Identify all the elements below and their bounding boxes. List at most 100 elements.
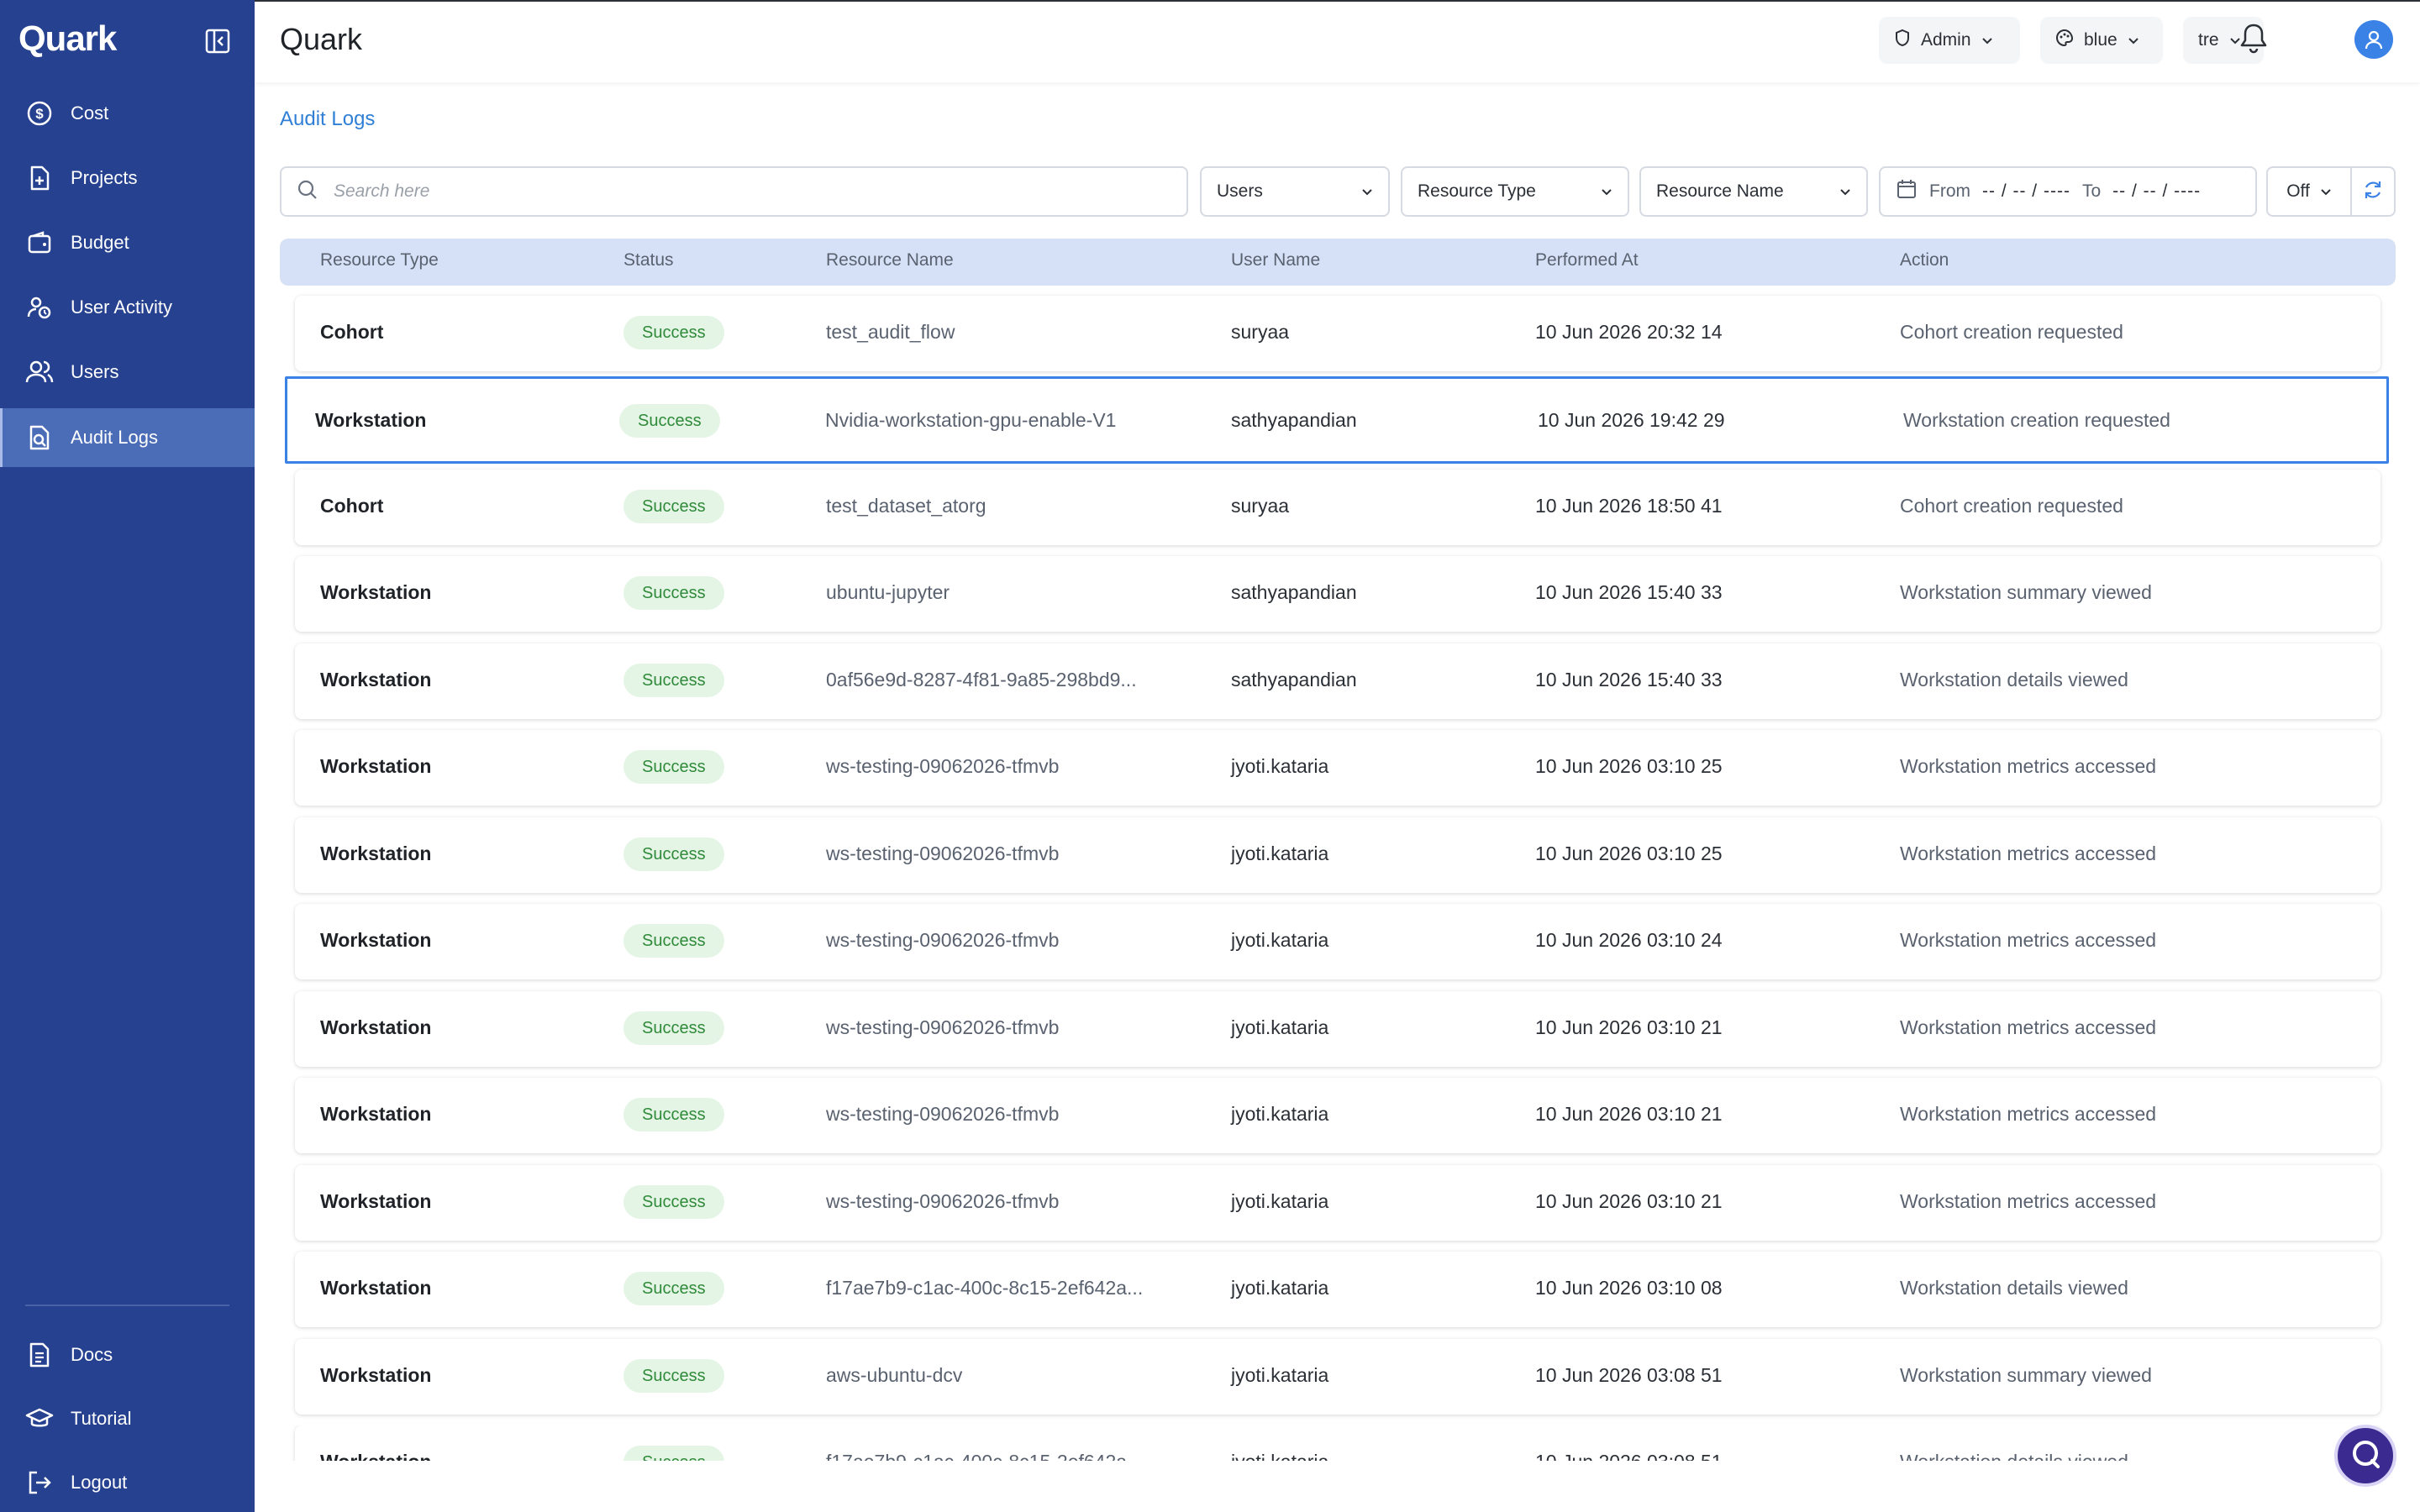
from-date-input[interactable]: -- / -- / ---- [1982,181,2070,202]
sidebar-item-users[interactable]: Users [0,343,255,402]
chat-bot-icon [2347,1436,2384,1477]
status-badge: Success [623,576,724,610]
column-header-resource-name[interactable]: Resource Name [826,250,954,270]
cell-resource-name: ws-testing-09062026-tfmvb [826,755,1060,777]
cell-user-name: sathyapandian [1231,581,1357,603]
refresh-interval-label: Off [2286,181,2310,201]
cell-action: Workstation metrics accessed [1900,1190,2157,1212]
sidebar-item-user-activity[interactable]: User Activity [0,278,255,337]
sidebar: Quark $ Cost Projects Budget User Activi… [0,0,255,1512]
assistant-chat-button[interactable] [2334,1425,2396,1487]
cell-resource-type: Workstation [320,929,432,951]
cell-resource-name: ubuntu-jupyter [826,581,950,603]
cell-action: Workstation details viewed [1900,1451,2128,1461]
notification-bell-icon[interactable] [2238,22,2272,59]
table-row-clip: Workstation Success f17ae7b9-c1ac-400c-8… [255,1425,2420,1461]
status-badge: Success [623,750,724,784]
sidebar-item-label: Logout [71,1472,128,1493]
cell-resource-type: Workstation [315,409,427,431]
from-label: From [1929,181,1970,201]
status-badge: Success [623,1359,724,1393]
refresh-button[interactable] [2352,179,2394,205]
cell-resource-type: Workstation [320,1451,431,1461]
refresh-interval-select[interactable]: Off [2268,168,2352,215]
status-badge: Success [623,1185,724,1219]
table-row[interactable]: Workstation Success ws-testing-09062026-… [295,1165,2381,1241]
sidebar-item-projects[interactable]: Projects [0,149,255,207]
sidebar-item-tutorial[interactable]: Tutorial [0,1389,255,1448]
sidebar-item-label: Users [71,361,119,382]
search-icon [297,179,318,205]
cell-user-name: suryaa [1231,495,1290,517]
date-range-filter[interactable]: From -- / -- / ---- To -- / -- / ---- [1879,166,2257,217]
cell-action: Workstation summary viewed [1900,1364,2152,1386]
table-row[interactable]: Cohort Success test_dataset_atorg suryaa… [295,470,2381,545]
dollar-circle-icon: $ [25,99,54,128]
sidebar-item-label: Tutorial [71,1408,132,1429]
cell-user-name: jyoti.kataria [1231,1103,1329,1125]
sidebar-item-budget[interactable]: Budget [0,213,255,272]
table-row[interactable]: Workstation Success ws-testing-09062026-… [295,817,2381,893]
table-row[interactable]: Workstation Success f17ae7b9-c1ac-400c-8… [295,1252,2381,1327]
cell-user-name: jyoti.kataria [1231,929,1329,951]
file-plus-icon [25,164,54,192]
table-row[interactable]: Workstation Success ws-testing-09062026-… [295,730,2381,806]
search-input[interactable] [332,181,1092,202]
user-avatar[interactable] [2354,20,2393,59]
status-badge: Success [619,404,720,438]
chevron-down-icon [1361,181,1373,202]
cell-action: Workstation metrics accessed [1900,929,2157,951]
cell-performed-at: 10 Jun 2026 03:08 51 [1535,1364,1723,1386]
status-badge: Success [623,316,724,349]
cell-resource-type: Workstation [320,1190,432,1212]
cell-resource-type: Workstation [320,1103,432,1125]
table-row-selected[interactable]: Workstation Success Nvidia-workstation-g… [285,376,2389,464]
theme-label: blue [2084,30,2118,50]
table-row[interactable]: Workstation Success aws-ubuntu-dcv jyoti… [295,1339,2381,1415]
column-header-user-name[interactable]: User Name [1231,250,1320,270]
cell-resource-type: Workstation [320,581,432,603]
table-row[interactable]: Workstation Success ws-testing-09062026-… [295,904,2381,979]
resource-name-filter-select[interactable]: Resource Name [1639,166,1868,217]
user-activity-icon [25,293,54,322]
page-title: Quark [280,22,363,56]
sidebar-item-docs[interactable]: Docs [0,1326,255,1384]
chevron-down-icon [1981,30,1993,50]
cell-performed-at: 10 Jun 2026 15:40 33 [1535,669,1723,690]
sidebar-divider [25,1305,229,1306]
role-selector[interactable]: Admin [1879,17,2020,64]
breadcrumb[interactable]: Audit Logs [280,108,375,131]
column-header-performed-at[interactable]: Performed At [1535,250,1639,270]
users-filter-select[interactable]: Users [1200,166,1390,217]
wallet-icon [25,228,54,257]
cell-performed-at: 10 Jun 2026 03:10 24 [1535,929,1723,951]
table-row[interactable]: Workstation Success f17ae7b9-c1ac-400c-8… [295,1425,2381,1461]
resource-type-filter-select[interactable]: Resource Type [1401,166,1629,217]
sidebar-item-cost[interactable]: $ Cost [0,84,255,143]
sidebar-item-audit-logs[interactable]: Audit Logs [0,408,255,467]
search-field[interactable] [280,166,1188,217]
table-row[interactable]: Workstation Success ubuntu-jupyter sathy… [295,556,2381,632]
cell-performed-at: 10 Jun 2026 20:32 14 [1535,321,1723,343]
status-badge: Success [623,837,724,871]
cell-performed-at: 10 Jun 2026 03:10 08 [1535,1277,1723,1299]
column-header-resource-type[interactable]: Resource Type [320,250,439,270]
sidebar-item-logout[interactable]: Logout [0,1453,255,1512]
table-row[interactable]: Cohort Success test_audit_flow suryaa 10… [295,296,2381,371]
cell-resource-name: ws-testing-09062026-tfmvb [826,843,1060,864]
cell-user-name: sathyapandian [1231,669,1357,690]
cell-resource-type: Cohort [320,495,384,517]
table-row[interactable]: Workstation Success ws-testing-09062026-… [295,1078,2381,1153]
refresh-icon [2362,179,2384,205]
theme-selector[interactable]: blue [2040,17,2163,64]
column-header-status[interactable]: Status [623,250,674,270]
to-date-input[interactable]: -- / -- / ---- [2112,181,2201,202]
logout-icon [25,1468,54,1497]
table-row[interactable]: Workstation Success 0af56e9d-8287-4f81-9… [295,643,2381,719]
cell-resource-name: test_audit_flow [826,321,955,343]
collapse-sidebar-icon[interactable] [205,29,230,54]
table-row[interactable]: Workstation Success ws-testing-09062026-… [295,991,2381,1067]
chevron-down-icon [2128,30,2139,50]
column-header-action[interactable]: Action [1900,250,1949,270]
app-logo[interactable]: Quark [18,18,117,59]
